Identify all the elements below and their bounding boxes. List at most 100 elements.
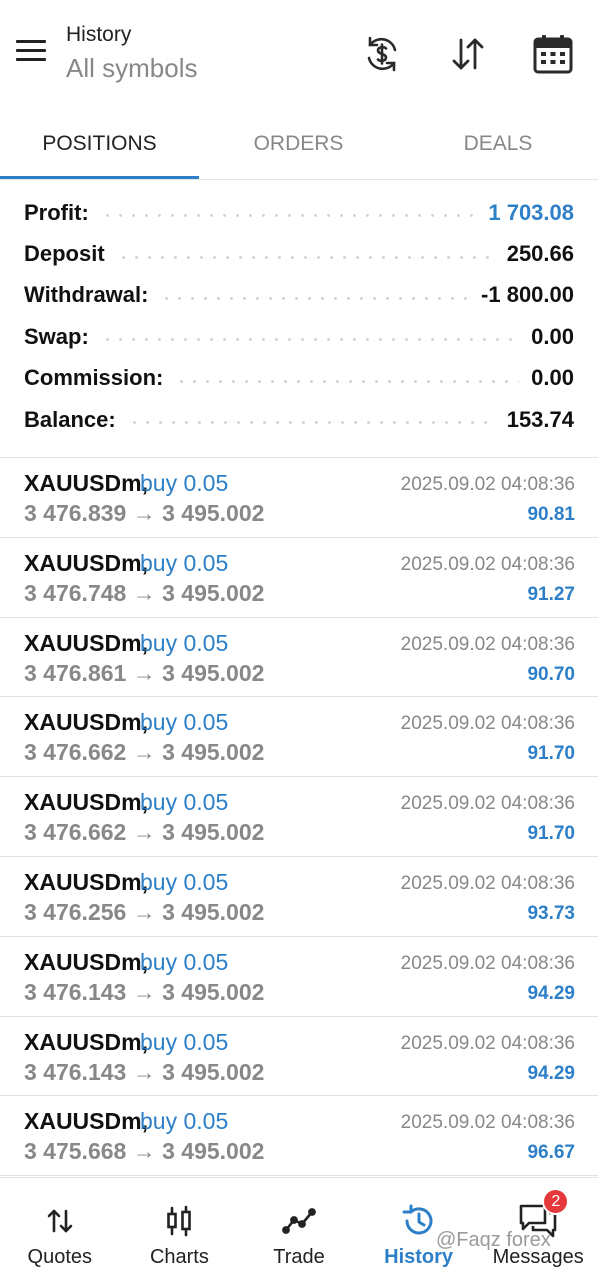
dotted-leader	[175, 379, 520, 383]
summary-commission: Commission: 0.00	[0, 358, 598, 399]
position-time: 2025.09.02 04:08:36	[400, 474, 575, 495]
positions-list: XAUUSDm, buy 0.05 3 476.839 → 3 495.002 …	[0, 458, 598, 1177]
summary-value: 250.66	[506, 241, 574, 267]
summary-value: 0.00	[531, 323, 574, 349]
position-row[interactable]: XAUUSDm, buy 0.05 3 476.748 → 3 495.002 …	[0, 538, 598, 618]
dotted-leader	[100, 214, 477, 218]
sort-icon[interactable]	[446, 32, 490, 76]
summary-label: Swap:	[24, 323, 89, 349]
position-profit: 91.70	[527, 823, 575, 845]
summary-label: Profit:	[24, 199, 89, 225]
currency-exchange-icon[interactable]	[360, 32, 404, 76]
position-side: buy 0.05	[140, 868, 229, 895]
position-prices: 3 476.143 → 3 495.002	[24, 978, 265, 1005]
position-symbol: XAUUSDm,	[24, 1028, 148, 1055]
trade-icon	[239, 1202, 359, 1240]
nav-quotes[interactable]: Quotes	[0, 1178, 120, 1280]
position-profit: 90.70	[527, 663, 575, 685]
position-symbol: XAUUSDm,	[24, 868, 148, 895]
summary-value: 0.00	[531, 365, 574, 391]
summary-withdrawal: Withdrawal: -1 800.00	[0, 275, 598, 316]
position-side: buy 0.05	[140, 709, 229, 736]
summary-swap: Swap: 0.00	[0, 316, 598, 357]
position-side: buy 0.05	[140, 629, 229, 656]
position-side: buy 0.05	[140, 470, 229, 496]
summary-label: Balance:	[24, 406, 116, 432]
summary-profit: Profit: 1 703.08	[0, 192, 598, 233]
position-prices: 3 476.662 → 3 495.002	[24, 819, 265, 846]
dotted-leader	[160, 296, 470, 300]
watermark: @Faqz forex	[436, 1229, 551, 1251]
summary-label: Withdrawal:	[24, 282, 149, 308]
position-profit: 91.70	[527, 743, 575, 765]
position-side: buy 0.05	[140, 948, 229, 975]
position-time: 2025.09.02 04:08:36	[400, 553, 575, 575]
divider	[0, 179, 598, 180]
summary-value: -1 800.00	[481, 282, 574, 308]
position-symbol: XAUUSDm,	[24, 470, 148, 496]
position-symbol: XAUUSDm,	[24, 789, 148, 816]
position-time: 2025.09.02 04:08:36	[400, 713, 575, 735]
account-summary: Profit: 1 703.08 Deposit 250.66 Withdraw…	[0, 192, 598, 440]
position-prices: 3 476.839 → 3 495.002	[24, 500, 265, 526]
position-profit: 96.67	[527, 1142, 575, 1164]
nav-label: Quotes	[27, 1246, 93, 1268]
title-block: History All symbols	[66, 22, 197, 84]
position-prices: 3 476.256 → 3 495.002	[24, 898, 265, 925]
summary-value: 1 703.08	[488, 199, 574, 225]
tab-positions[interactable]: POSITIONS	[0, 108, 199, 180]
position-side: buy 0.05	[140, 1028, 229, 1055]
position-prices: 3 476.662 → 3 495.002	[24, 739, 265, 766]
summary-deposit: Deposit 250.66	[0, 233, 598, 274]
position-time: 2025.09.02 04:08:36	[400, 633, 575, 655]
page-title: History	[66, 23, 132, 46]
position-profit: 94.29	[527, 1062, 575, 1084]
history-tabs: POSITIONS ORDERS DEALS	[0, 108, 598, 180]
position-time: 2025.09.02 04:08:36	[400, 793, 575, 815]
charts-icon	[120, 1202, 240, 1240]
position-prices: 3 476.748 → 3 495.002	[24, 579, 265, 606]
position-row[interactable]: XAUUSDm, buy 0.05 3 476.662 → 3 495.002 …	[0, 777, 598, 857]
position-side: buy 0.05	[140, 1108, 229, 1135]
dotted-leader	[116, 255, 495, 259]
nav-charts[interactable]: Charts	[120, 1178, 240, 1280]
position-profit: 90.81	[527, 504, 575, 525]
summary-label: Commission:	[24, 365, 164, 391]
position-row[interactable]: XAUUSDm, buy 0.05 3 476.839 → 3 495.002 …	[0, 458, 598, 538]
position-time: 2025.09.02 04:08:36	[400, 1032, 575, 1054]
position-symbol: XAUUSDm,	[24, 709, 148, 736]
position-symbol: XAUUSDm,	[24, 549, 148, 576]
position-time: 2025.09.02 04:08:36	[400, 1112, 575, 1134]
summary-value: 153.74	[506, 406, 574, 432]
menu-icon[interactable]	[16, 40, 50, 66]
nav-trade[interactable]: Trade	[239, 1178, 359, 1280]
position-side: buy 0.05	[140, 789, 229, 816]
position-profit: 91.27	[527, 583, 575, 605]
position-profit: 94.29	[527, 982, 575, 1004]
tab-orders[interactable]: ORDERS	[199, 108, 398, 180]
position-symbol: XAUUSDm,	[24, 1108, 148, 1135]
position-row[interactable]: XAUUSDm, buy 0.05 3 475.668 → 3 495.002 …	[0, 1096, 598, 1177]
position-row[interactable]: XAUUSDm, buy 0.05 3 476.143 → 3 495.002 …	[0, 1017, 598, 1097]
calendar-icon[interactable]	[531, 32, 575, 76]
position-prices: 3 476.143 → 3 495.002	[24, 1058, 265, 1085]
nav-label: Charts	[149, 1246, 209, 1268]
dotted-leader	[100, 338, 520, 342]
position-profit: 93.73	[527, 902, 575, 924]
position-row[interactable]: XAUUSDm, buy 0.05 3 476.143 → 3 495.002 …	[0, 937, 598, 1017]
position-prices: 3 475.668 → 3 495.002	[24, 1138, 265, 1165]
symbol-filter[interactable]: All symbols	[66, 52, 197, 84]
position-time: 2025.09.02 04:08:36	[400, 872, 575, 894]
position-row[interactable]: XAUUSDm, buy 0.05 3 476.256 → 3 495.002 …	[0, 857, 598, 937]
position-prices: 3 476.861 → 3 495.002	[24, 659, 265, 686]
position-row[interactable]: XAUUSDm, buy 0.05 3 476.861 → 3 495.002 …	[0, 618, 598, 698]
position-side: buy 0.05	[140, 549, 229, 576]
position-row[interactable]: XAUUSDm, buy 0.05 3 476.662 → 3 495.002 …	[0, 697, 598, 778]
top-bar: History All symbols	[0, 0, 598, 108]
position-symbol: XAUUSDm,	[24, 629, 148, 656]
nav-label: Trade	[273, 1246, 325, 1268]
quotes-icon	[0, 1202, 120, 1240]
dotted-leader	[127, 421, 495, 425]
tab-deals[interactable]: DEALS	[398, 108, 598, 180]
position-time: 2025.09.02 04:08:36	[400, 952, 575, 974]
